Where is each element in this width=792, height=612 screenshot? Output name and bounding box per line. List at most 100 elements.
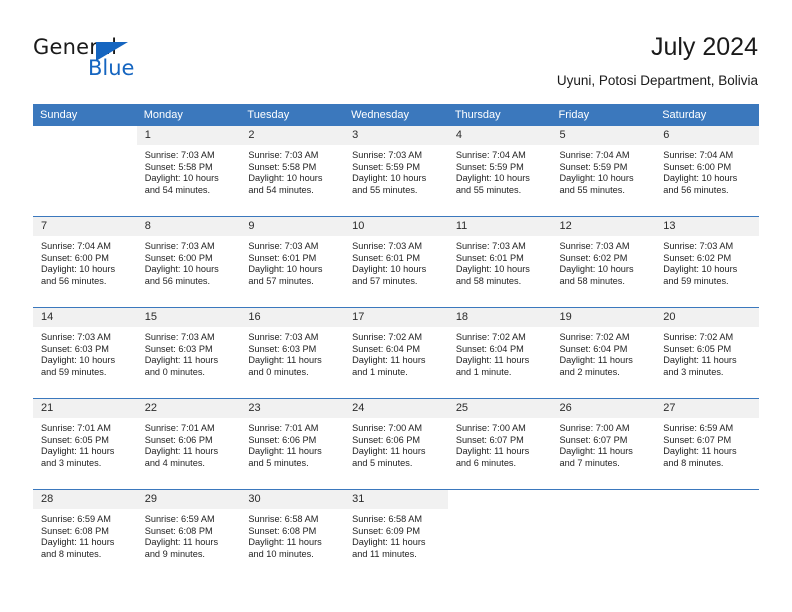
day-cell[interactable]: 21 Sunrise: 7:01 AM Sunset: 6:05 PM Dayl… [33,398,137,490]
sunrise-text: Sunrise: 7:01 AM [248,423,319,433]
day-details: Sunrise: 7:01 AM Sunset: 6:05 PM Dayligh… [33,418,137,469]
sunrise-text: Sunrise: 7:03 AM [144,241,215,251]
sunrise-text: Sunrise: 7:00 AM [352,423,423,433]
day-cell[interactable]: 1 Sunrise: 7:03 AM Sunset: 5:58 PM Dayli… [136,126,241,217]
day-cell[interactable]: 15 Sunrise: 7:03 AM Sunset: 6:03 PM Dayl… [136,307,241,399]
day-number [33,126,137,145]
day-cell[interactable]: 4 Sunrise: 7:04 AM Sunset: 5:59 PM Dayli… [447,126,552,217]
day-cell-inner: 10 Sunrise: 7:03 AM Sunset: 6:01 PM Dayl… [344,217,448,306]
day-cell[interactable]: 17 Sunrise: 7:02 AM Sunset: 6:04 PM Dayl… [344,307,448,399]
day-number: 5 [551,126,656,145]
daylight-text-line2: and 1 minute. [455,366,512,377]
sunset-text: Sunset: 6:08 PM [144,525,213,536]
sunset-text: Sunset: 6:06 PM [248,434,317,445]
sunrise-text: Sunrise: 7:03 AM [248,241,319,251]
day-cell[interactable]: 30 Sunrise: 6:58 AM Sunset: 6:08 PM Dayl… [240,489,345,580]
day-cell[interactable] [33,126,137,217]
day-details: Sunrise: 6:59 AM Sunset: 6:07 PM Dayligh… [655,418,759,469]
day-cell[interactable]: 24 Sunrise: 7:00 AM Sunset: 6:06 PM Dayl… [344,398,448,490]
day-details [33,145,137,150]
sunset-text: Sunset: 6:03 PM [248,343,317,354]
day-cell[interactable]: 20 Sunrise: 7:02 AM Sunset: 6:05 PM Dayl… [655,307,759,399]
daylight-text-line2: and 55 minutes. [559,184,625,195]
day-number: 2 [240,126,345,145]
day-number: 14 [33,308,137,327]
daylight-text-line2: and 58 minutes. [559,275,625,286]
day-cell-inner: 11 Sunrise: 7:03 AM Sunset: 6:01 PM Dayl… [447,217,552,306]
sunset-text: Sunset: 6:03 PM [144,343,213,354]
sunrise-text: Sunrise: 7:04 AM [41,241,111,251]
sunrise-text: Sunrise: 7:03 AM [41,332,111,342]
sunrise-text: Sunrise: 7:01 AM [41,423,111,433]
sunrise-text: Sunrise: 7:03 AM [559,241,630,251]
day-cell[interactable]: 23 Sunrise: 7:01 AM Sunset: 6:06 PM Dayl… [240,398,345,490]
general-blue-logo[interactable]: General Blue [33,36,213,84]
day-cell[interactable]: 31 Sunrise: 6:58 AM Sunset: 6:09 PM Dayl… [344,489,448,580]
weekday-header-friday: Friday [551,104,656,126]
sunrise-text: Sunrise: 7:03 AM [455,241,526,251]
day-cell[interactable]: 3 Sunrise: 7:03 AM Sunset: 5:59 PM Dayli… [344,126,448,217]
day-cell[interactable]: 6 Sunrise: 7:04 AM Sunset: 6:00 PM Dayli… [655,126,759,217]
day-details: Sunrise: 7:02 AM Sunset: 6:05 PM Dayligh… [655,327,759,378]
daylight-text-line2: and 1 minute. [352,366,408,377]
day-details: Sunrise: 6:58 AM Sunset: 6:08 PM Dayligh… [240,509,344,560]
day-cell[interactable]: 16 Sunrise: 7:03 AM Sunset: 6:03 PM Dayl… [240,307,345,399]
day-cell[interactable]: 11 Sunrise: 7:03 AM Sunset: 6:01 PM Dayl… [447,216,552,308]
day-cell[interactable]: 10 Sunrise: 7:03 AM Sunset: 6:01 PM Dayl… [344,216,448,308]
sunrise-text: Sunrise: 7:03 AM [248,332,319,342]
daylight-text-line2: and 3 minutes. [41,457,102,468]
day-cell[interactable] [447,489,552,580]
sunset-text: Sunset: 6:03 PM [41,343,109,354]
sunrise-text: Sunrise: 7:02 AM [663,332,734,342]
day-cell[interactable]: 27 Sunrise: 6:59 AM Sunset: 6:07 PM Dayl… [655,398,759,490]
day-cell-inner [655,490,759,579]
day-details: Sunrise: 7:00 AM Sunset: 6:06 PM Dayligh… [344,418,448,469]
sunrise-text: Sunrise: 7:00 AM [455,423,526,433]
day-cell[interactable]: 7 Sunrise: 7:04 AM Sunset: 6:00 PM Dayli… [33,216,137,308]
daylight-text-line2: and 55 minutes. [455,184,522,195]
day-cell[interactable]: 2 Sunrise: 7:03 AM Sunset: 5:58 PM Dayli… [240,126,345,217]
day-cell[interactable]: 5 Sunrise: 7:04 AM Sunset: 5:59 PM Dayli… [551,126,656,217]
day-cell-inner: 16 Sunrise: 7:03 AM Sunset: 6:03 PM Dayl… [240,308,345,397]
daylight-text-line2: and 57 minutes. [352,275,418,286]
sunset-text: Sunset: 6:07 PM [559,434,628,445]
daylight-text-line2: and 8 minutes. [41,548,102,559]
day-details [655,509,759,514]
sunrise-text: Sunrise: 7:04 AM [455,150,526,160]
day-cell[interactable]: 12 Sunrise: 7:03 AM Sunset: 6:02 PM Dayl… [551,216,656,308]
sunset-text: Sunset: 5:59 PM [455,161,524,172]
day-number: 8 [136,217,241,236]
day-cell-inner [447,490,552,579]
day-number [551,490,656,509]
day-cell[interactable]: 29 Sunrise: 6:59 AM Sunset: 6:08 PM Dayl… [136,489,241,580]
weekday-header-saturday: Saturday [655,104,759,126]
day-cell[interactable]: 8 Sunrise: 7:03 AM Sunset: 6:00 PM Dayli… [136,216,241,308]
day-details: Sunrise: 7:03 AM Sunset: 5:58 PM Dayligh… [240,145,344,196]
daylight-text-line2: and 9 minutes. [144,548,205,559]
day-cell[interactable]: 9 Sunrise: 7:03 AM Sunset: 6:01 PM Dayli… [240,216,345,308]
day-cell[interactable]: 28 Sunrise: 6:59 AM Sunset: 6:08 PM Dayl… [33,489,137,580]
day-cell[interactable] [551,489,656,580]
day-number [447,490,552,509]
day-cell-inner: 26 Sunrise: 7:00 AM Sunset: 6:07 PM Dayl… [551,399,656,488]
day-cell[interactable]: 19 Sunrise: 7:02 AM Sunset: 6:04 PM Dayl… [551,307,656,399]
sunrise-text: Sunrise: 7:03 AM [144,150,215,160]
day-number: 7 [33,217,137,236]
daylight-text-line1: Daylight: 10 hours [559,264,634,275]
day-cell-inner: 19 Sunrise: 7:02 AM Sunset: 6:04 PM Dayl… [551,308,656,397]
day-cell[interactable]: 13 Sunrise: 7:03 AM Sunset: 6:02 PM Dayl… [655,216,759,308]
sunrise-text: Sunrise: 7:03 AM [144,332,215,342]
page-subtitle: Uyuni, Potosi Department, Bolivia [556,73,758,88]
daylight-text-line1: Daylight: 10 hours [663,173,738,184]
day-cell[interactable] [655,489,759,580]
day-number: 23 [240,399,345,418]
day-cell[interactable]: 22 Sunrise: 7:01 AM Sunset: 6:06 PM Dayl… [136,398,241,490]
week-row: 28 Sunrise: 6:59 AM Sunset: 6:08 PM Dayl… [33,489,759,580]
day-cell[interactable]: 25 Sunrise: 7:00 AM Sunset: 6:07 PM Dayl… [447,398,552,490]
sunset-text: Sunset: 6:05 PM [41,434,109,445]
day-cell[interactable]: 26 Sunrise: 7:00 AM Sunset: 6:07 PM Dayl… [551,398,656,490]
day-cell[interactable]: 18 Sunrise: 7:02 AM Sunset: 6:04 PM Dayl… [447,307,552,399]
day-cell[interactable]: 14 Sunrise: 7:03 AM Sunset: 6:03 PM Dayl… [33,307,137,399]
day-details [552,509,656,514]
day-details: Sunrise: 7:00 AM Sunset: 6:07 PM Dayligh… [552,418,656,469]
